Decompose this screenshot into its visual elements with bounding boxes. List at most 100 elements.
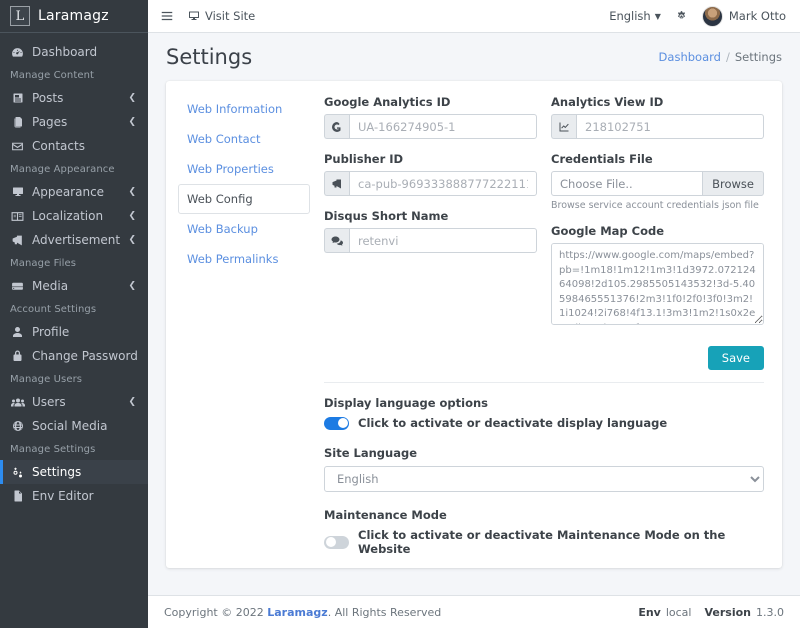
- sidebar-item-label: Contacts: [32, 139, 85, 153]
- google-map-label: Google Map Code: [551, 224, 665, 238]
- save-button[interactable]: Save: [707, 346, 764, 370]
- sidebar-item-label: Profile: [32, 325, 70, 339]
- form-left-column: Google Analytics ID Publisher ID: [324, 95, 537, 342]
- breadcrumb-separator: /: [725, 50, 730, 64]
- sidebar-item-localization[interactable]: Localization ❮: [0, 204, 148, 228]
- settings-form: Google Analytics ID Publisher ID: [318, 81, 782, 568]
- footer-copyright-prefix: Copyright © 2022: [164, 605, 264, 619]
- sidebar-item-settings[interactable]: Settings: [0, 460, 148, 484]
- sidebar-item-label: Users: [32, 395, 66, 409]
- maintenance-mode-toggle[interactable]: [324, 535, 349, 549]
- sidebar-group-account-settings: Account Settings: [10, 304, 97, 315]
- sidebar-item-label: Dashboard: [32, 45, 98, 59]
- sidebar-item-label: Social Media: [32, 419, 108, 433]
- disqus-input-group: [324, 228, 537, 253]
- publisher-id-input-group: [324, 171, 537, 196]
- analytics-view-label: Analytics View ID: [551, 95, 664, 109]
- field-google-map: Google Map Code https://www.google.com/m…: [551, 224, 764, 329]
- settings-tabs: Web Information Web Contact Web Properti…: [166, 81, 318, 568]
- analytics-view-input[interactable]: [576, 114, 764, 139]
- tab-web-contact[interactable]: Web Contact: [178, 124, 310, 154]
- sidebar-item-social-media[interactable]: Social Media: [0, 414, 148, 438]
- language-dropdown[interactable]: English ▼: [609, 9, 661, 23]
- chevron-left-icon: ❮: [128, 187, 136, 197]
- lock-icon: [10, 350, 25, 362]
- brand-name: Laramagz: [38, 8, 109, 24]
- language-icon: [10, 211, 25, 222]
- posts-icon: [10, 92, 25, 104]
- sidebar-item-label: Env Editor: [32, 489, 94, 503]
- footer-version-value: 1.3.0: [756, 605, 784, 619]
- visit-site-link[interactable]: Visit Site: [188, 9, 255, 23]
- tab-web-information[interactable]: Web Information: [178, 94, 310, 124]
- credentials-file-name: Choose File..: [551, 171, 704, 196]
- google-analytics-label: Google Analytics ID: [324, 95, 451, 109]
- publisher-id-input[interactable]: [349, 171, 537, 196]
- sidebar-item-label: Pages: [32, 115, 68, 129]
- field-credentials-file: Credentials File Choose File.. Browse Br…: [551, 152, 764, 211]
- sidebar-item-profile[interactable]: Profile: [0, 320, 148, 344]
- sidebar-item-pages[interactable]: Pages ❮: [0, 110, 148, 134]
- field-publisher-id: Publisher ID: [324, 152, 537, 196]
- google-map-textarea[interactable]: https://www.google.com/maps/embed?pb=!1m…: [551, 243, 764, 325]
- tab-web-properties[interactable]: Web Properties: [178, 154, 310, 184]
- disqus-input[interactable]: [349, 228, 537, 253]
- content-header: Settings Dashboard / Settings: [148, 33, 800, 81]
- credentials-file-input-group[interactable]: Choose File.. Browse: [551, 171, 764, 196]
- google-analytics-input[interactable]: [349, 114, 537, 139]
- chevron-left-icon: ❮: [128, 281, 136, 291]
- sidebar-item-env-editor[interactable]: Env Editor: [0, 484, 148, 508]
- main-area: Visit Site English ▼ Mark Otto Settings …: [148, 0, 800, 628]
- maintenance-mode-section: Maintenance Mode Click to activate or de…: [324, 508, 764, 556]
- chevron-left-icon: ❮: [128, 93, 136, 103]
- form-row-1: Google Analytics ID Publisher ID: [324, 95, 764, 342]
- sidebar-item-posts[interactable]: Posts ❮: [0, 86, 148, 110]
- chevron-left-icon: ❮: [128, 117, 136, 127]
- sidebar-item-contacts[interactable]: Contacts: [0, 134, 148, 158]
- field-google-analytics: Google Analytics ID: [324, 95, 537, 139]
- visit-site-label: Visit Site: [205, 9, 256, 23]
- maintenance-mode-toggle-row: Click to activate or deactivate Maintena…: [324, 528, 764, 556]
- dashboard-icon: [10, 46, 25, 59]
- tab-web-permalinks[interactable]: Web Permalinks: [178, 244, 310, 274]
- tab-web-config[interactable]: Web Config: [178, 184, 310, 214]
- save-row: Save: [324, 346, 764, 370]
- bullhorn-icon: [324, 171, 349, 196]
- sidebar-item-label: Change Password: [32, 349, 138, 363]
- section-divider: [324, 382, 764, 383]
- sidebar-item-advertisement[interactable]: Advertisement ❮: [0, 228, 148, 252]
- sidebar-item-label: Localization: [32, 209, 104, 223]
- browse-button[interactable]: Browse: [703, 171, 764, 196]
- site-language-select[interactable]: English: [324, 466, 764, 492]
- desktop-icon: [188, 10, 200, 22]
- toggle-knob: [337, 418, 348, 428]
- sidebar-item-change-password[interactable]: Change Password: [0, 344, 148, 368]
- google-icon: [324, 114, 349, 139]
- footer-brand-link[interactable]: Laramagz: [267, 606, 327, 619]
- sidebar-nav: Dashboard Manage Content Posts ❮ Pages ❮: [0, 33, 148, 508]
- language-label: English: [609, 9, 651, 23]
- sidebar-item-label: Appearance: [32, 185, 105, 199]
- pages-icon: [10, 116, 25, 128]
- user-icon: [10, 326, 25, 338]
- sidebar-item-dashboard[interactable]: Dashboard: [0, 40, 148, 64]
- footer-meta: Env local Version 1.3.0: [638, 606, 784, 619]
- gear-icon[interactable]: [675, 10, 688, 23]
- hamburger-icon[interactable]: [160, 9, 174, 23]
- breadcrumb-dashboard[interactable]: Dashboard: [659, 50, 721, 64]
- sidebar-item-appearance[interactable]: Appearance ❮: [0, 180, 148, 204]
- sidebar-item-media[interactable]: Media ❮: [0, 274, 148, 298]
- sidebar-group-manage-appearance: Manage Appearance: [10, 164, 115, 175]
- user-menu[interactable]: Mark Otto: [701, 5, 786, 27]
- footer-copyright-suffix: . All Rights Reserved: [327, 605, 442, 619]
- envelope-icon: [10, 140, 25, 153]
- sidebar-brand[interactable]: L Laramagz: [0, 0, 148, 33]
- sidebar-group-manage-settings: Manage Settings: [10, 444, 96, 455]
- display-language-toggle[interactable]: [324, 416, 349, 430]
- tab-web-backup[interactable]: Web Backup: [178, 214, 310, 244]
- brand-logo: L: [10, 6, 30, 26]
- footer-version-label: Version: [704, 605, 751, 619]
- credentials-file-label: Credentials File: [551, 152, 653, 166]
- analytics-view-input-group: [551, 114, 764, 139]
- sidebar-item-users[interactable]: Users ❮: [0, 390, 148, 414]
